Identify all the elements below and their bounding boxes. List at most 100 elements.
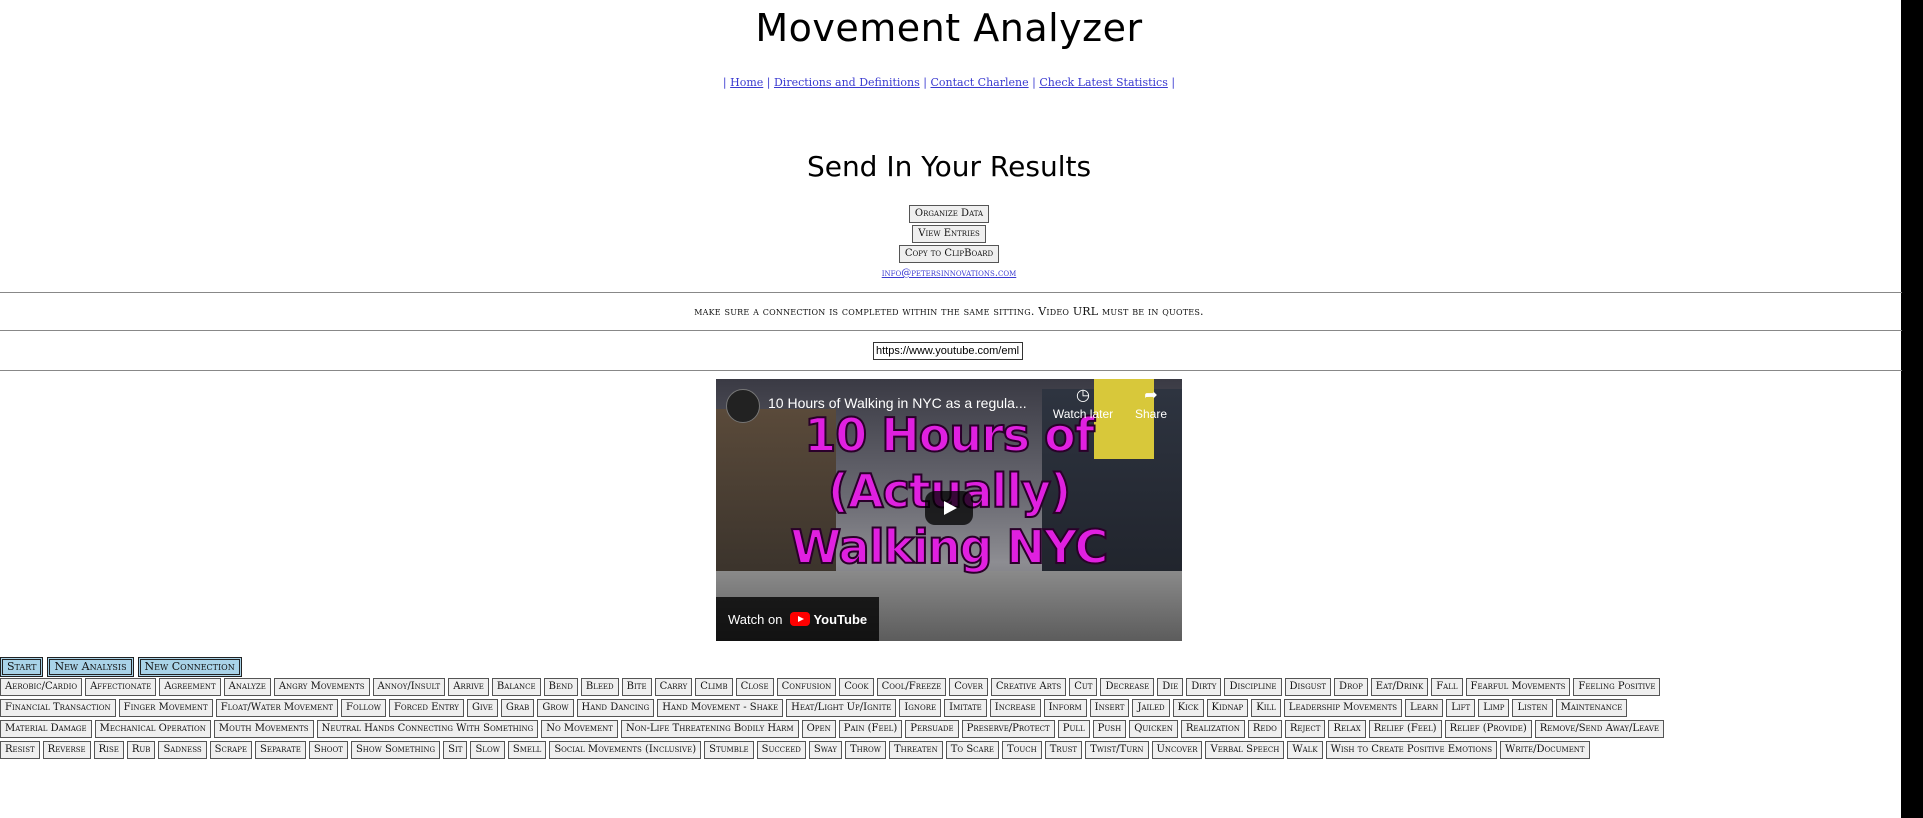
movement-button[interactable]: Wish to Create Positive Emotions [1325, 741, 1498, 759]
movement-button[interactable]: Dirty [1186, 678, 1222, 696]
movement-button[interactable]: Stumble [704, 741, 754, 759]
movement-button[interactable]: Neutral Hands Connecting With Something [316, 720, 539, 738]
movement-button[interactable]: Show Something [350, 741, 441, 759]
movement-button[interactable]: Non-Life Threatening Bodily Harm [620, 720, 799, 738]
movement-button[interactable]: Increase [989, 699, 1041, 717]
movement-button[interactable]: Relax [1328, 720, 1366, 738]
movement-button[interactable]: Quicken [1129, 720, 1178, 738]
movement-button[interactable]: Material Damage [0, 720, 92, 738]
movement-button[interactable]: Discipline [1224, 678, 1282, 696]
movement-button[interactable]: Sadness [158, 741, 207, 759]
start-button[interactable]: Start [0, 657, 44, 677]
movement-button[interactable]: Cut [1069, 678, 1098, 696]
movement-button[interactable]: Touch [1001, 741, 1042, 759]
movement-button[interactable]: Annoy/Insult [372, 678, 446, 696]
movement-button[interactable]: Analyze [223, 678, 271, 696]
movement-button[interactable]: Bend [543, 678, 578, 696]
movement-button[interactable]: Grab [500, 699, 535, 717]
channel-avatar[interactable] [726, 389, 760, 423]
movement-button[interactable]: Kill [1251, 699, 1281, 717]
movement-button[interactable]: Limp [1478, 699, 1510, 717]
movement-button[interactable]: Maintenance [1555, 699, 1628, 717]
movement-button[interactable]: Aerobic/Cardio [0, 678, 83, 696]
movement-button[interactable]: Insert [1089, 699, 1130, 717]
movement-button[interactable]: Inform [1043, 699, 1087, 717]
movement-button[interactable]: Relief (Provide) [1444, 720, 1532, 738]
nav-directions-link[interactable]: Directions and Definitions [774, 76, 920, 89]
movement-button[interactable]: Succeed [756, 741, 806, 759]
play-icon[interactable] [925, 491, 973, 525]
nav-statistics-link[interactable]: Check Latest Statistics [1039, 76, 1168, 89]
movement-button[interactable]: Bleed [580, 678, 619, 696]
movement-button[interactable]: Drop [1334, 678, 1368, 696]
movement-button[interactable]: Imitate [944, 699, 987, 717]
movement-button[interactable]: Ignore [899, 699, 942, 717]
movement-button[interactable]: Balance [491, 678, 541, 696]
contact-email-link[interactable]: info@petersinnovations.com [0, 268, 1898, 279]
movement-button[interactable]: Reject [1284, 720, 1326, 738]
movement-button[interactable]: Throw [845, 741, 886, 759]
video-title[interactable]: 10 Hours of Walking in NYC as a regula..… [768, 395, 1038, 411]
movement-button[interactable]: Creative Arts [990, 678, 1067, 696]
new-connection-button[interactable]: New Connection [137, 657, 242, 677]
movement-button[interactable]: Smell [507, 741, 547, 759]
movement-button[interactable]: No Movement [541, 720, 618, 738]
view-entries-button[interactable]: View Entries [912, 225, 986, 243]
movement-button[interactable]: Hand Movement - Shake [657, 699, 784, 717]
movement-button[interactable]: Learn [1405, 699, 1444, 717]
movement-button[interactable]: Sit [443, 741, 468, 759]
movement-button[interactable]: Shoot [308, 741, 348, 759]
movement-button[interactable]: Reverse [42, 741, 91, 759]
movement-button[interactable]: Verbal Speech [1205, 741, 1285, 759]
video-url-input[interactable] [873, 342, 1023, 360]
movement-button[interactable]: Bite [621, 678, 652, 696]
movement-button[interactable]: Open [801, 720, 836, 738]
movement-button[interactable]: Mouth Movements [213, 720, 314, 738]
share-button[interactable]: ➦ Share [1126, 387, 1176, 421]
movement-button[interactable]: Scrape [209, 741, 253, 759]
movement-button[interactable]: Forced Entry [388, 699, 464, 717]
movement-button[interactable]: Remove/Send Away/Leave [1534, 720, 1665, 738]
movement-button[interactable]: Pull [1057, 720, 1090, 738]
movement-button[interactable]: Listen [1512, 699, 1553, 717]
movement-button[interactable]: Persuade [905, 720, 959, 738]
movement-button[interactable]: Kick [1172, 699, 1204, 717]
movement-button[interactable]: Rub [126, 741, 156, 759]
movement-button[interactable]: Social Movements (Inclusive) [549, 741, 702, 759]
movement-button[interactable]: Cool/Freeze [876, 678, 947, 696]
watch-on-youtube-button[interactable]: Watch on YouTube [716, 597, 880, 641]
movement-button[interactable]: Cook [839, 678, 874, 696]
movement-button[interactable]: Feeling Positive [1573, 678, 1661, 696]
nav-contact-link[interactable]: Contact Charlene [930, 76, 1028, 89]
movement-button[interactable]: Pain (Feel) [838, 720, 903, 738]
movement-button[interactable]: Eat/Drink [1370, 678, 1429, 696]
movement-button[interactable]: Lift [1446, 699, 1476, 717]
movement-button[interactable]: Affectionate [85, 678, 157, 696]
movement-button[interactable]: Separate [255, 741, 306, 759]
copy-clipboard-button[interactable]: Copy to ClipBoard [898, 245, 1000, 263]
movement-button[interactable]: Carry [654, 678, 693, 696]
movement-button[interactable]: Relief (Feel) [1368, 720, 1442, 738]
movement-button[interactable]: Hand Dancing [576, 699, 655, 717]
movement-button[interactable]: Finger Movement [118, 699, 213, 717]
movement-button[interactable]: Write/Document [1500, 741, 1590, 759]
movement-button[interactable]: Give [466, 699, 498, 717]
movement-button[interactable]: Heat/Light Up/Ignite [786, 699, 897, 717]
movement-button[interactable]: Uncover [1151, 741, 1203, 759]
movement-button[interactable]: Arrive [448, 678, 489, 696]
movement-button[interactable]: Follow [341, 699, 386, 717]
movement-button[interactable]: Push [1092, 720, 1127, 738]
movement-button[interactable]: Financial Transaction [0, 699, 116, 717]
movement-button[interactable]: Agreement [159, 678, 221, 696]
movement-button[interactable]: Leadership Movements [1283, 699, 1403, 717]
youtube-video-embed[interactable]: 10 Hours of (Actually) Walking NYC 10 Ho… [716, 379, 1182, 641]
movement-button[interactable]: Rise [93, 741, 124, 759]
movement-button[interactable]: To Scare [945, 741, 999, 759]
movement-button[interactable]: Die [1157, 678, 1184, 696]
movement-button[interactable]: Climb [695, 678, 733, 696]
nav-home-link[interactable]: Home [730, 76, 763, 89]
movement-button[interactable]: Float/Water Movement [215, 699, 339, 717]
movement-button[interactable]: Fall [1431, 678, 1463, 696]
movement-button[interactable]: Trust [1044, 741, 1083, 759]
movement-button[interactable]: Threaten [889, 741, 943, 759]
